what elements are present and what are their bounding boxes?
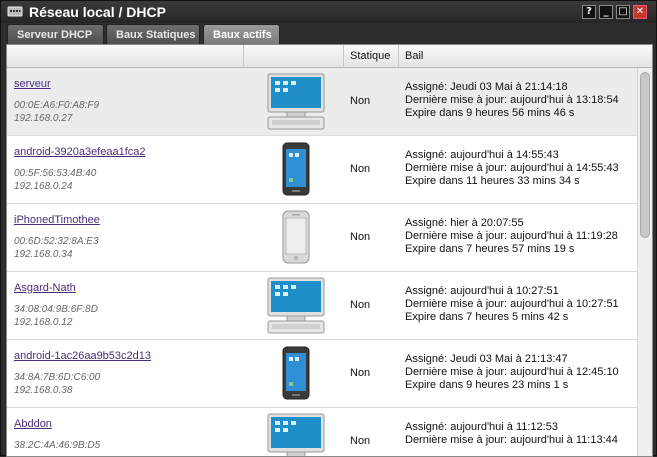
static-value: Non [350, 231, 371, 243]
device-name-link[interactable]: android-1ac26aa9b53c2d13 [14, 350, 151, 362]
lease-info: Assigné: aujourd'hui à 11:12:53 Dernière… [405, 421, 618, 447]
lease-info: Assigné: hier à 20:07:55 Dernière mise à… [405, 217, 618, 256]
column-header-lease[interactable]: Bail [399, 45, 652, 68]
lease-assigned: Assigné: aujourd'hui à 11:12:53 [405, 421, 558, 433]
table-row[interactable]: iPhonedTimothee 00:6D:52:32:8A:E3 192.16… [7, 204, 637, 272]
dhcp-window: Réseau local / DHCP ? _ □ ✕ Serveur DHCP… [0, 0, 657, 457]
minimize-button[interactable]: _ [599, 5, 613, 19]
device-name-link[interactable]: Asgard-Nath [14, 282, 76, 294]
window-title: Réseau local / DHCP [29, 4, 166, 20]
iphone-icon [282, 210, 310, 264]
lease-info: Assigné: aujourd'hui à 10:27:51 Dernière… [405, 285, 619, 324]
vertical-scrollbar[interactable] [637, 68, 652, 456]
device-ip: 192.168.0.24 [14, 181, 73, 192]
device-ip: 192.168.0.27 [14, 113, 73, 124]
lease-updated: Dernière mise à jour: aujourd'hui à 11:1… [405, 230, 618, 242]
column-header-device[interactable] [7, 45, 244, 68]
lease-assigned: Assigné: hier à 20:07:55 [405, 217, 524, 229]
device-name-link[interactable]: iPhonedTimothee [14, 214, 100, 226]
column-header-static[interactable]: Statique [344, 45, 399, 68]
desktop-computer-icon [267, 73, 325, 130]
android-phone-icon [282, 142, 310, 196]
lease-info: Assigné: aujourd'hui à 14:55:43 Dernière… [405, 149, 619, 188]
tab-baux-statiques[interactable]: Baux Statiques [106, 24, 200, 44]
device-name-link[interactable]: serveur [14, 78, 51, 90]
device-mac: 34:08:04:9B:6F:8D [14, 304, 98, 315]
active-leases-panel: Statique Bail serveur 00:0E:A6:F0:A8:F9 … [6, 44, 653, 457]
lease-info: Assigné: Jeudi 03 Mai à 21:13:47 Dernièr… [405, 353, 619, 392]
static-value: Non [350, 435, 371, 447]
device-name-link[interactable]: android-3920a3efeaa1fca2 [14, 146, 146, 158]
static-value: Non [350, 163, 371, 175]
table-row[interactable]: Asgard-Nath 34:08:04:9B:6F:8D 192.168.0.… [7, 272, 637, 340]
lease-expires: Expire dans 11 heures 33 mins 34 s [405, 175, 580, 187]
lease-updated: Dernière mise à jour: aujourd'hui à 13:1… [405, 94, 619, 106]
tab-baux-actifs[interactable]: Baux actifs [203, 24, 280, 44]
device-name-link[interactable]: Abddon [14, 418, 52, 430]
lease-expires: Expire dans 7 heures 5 mins 42 s [405, 311, 569, 323]
lease-expires: Expire dans 9 heures 56 mins 46 s [405, 107, 575, 119]
lease-updated: Dernière mise à jour: aujourd'hui à 12:4… [405, 366, 619, 378]
maximize-button[interactable]: □ [616, 5, 630, 19]
static-value: Non [350, 95, 371, 107]
lease-updated: Dernière mise à jour: aujourd'hui à 11:1… [405, 434, 618, 446]
android-phone-icon [282, 346, 310, 400]
table-row[interactable]: Abddon 38:2C:4A:46:9B:D5 Non Assigné: au… [7, 408, 637, 456]
help-button[interactable]: ? [582, 5, 596, 19]
device-mac: 38:2C:4A:46:9B:D5 [14, 440, 101, 451]
lease-assigned: Assigné: Jeudi 03 Mai à 21:14:18 [405, 81, 568, 93]
table-row[interactable]: serveur 00:0E:A6:F0:A8:F9 192.168.0.27 N… [7, 68, 637, 136]
lease-updated: Dernière mise à jour: aujourd'hui à 14:5… [405, 162, 619, 174]
network-device-icon [7, 6, 23, 17]
table-row[interactable]: android-1ac26aa9b53c2d13 34:8A:7B:6D:C6:… [7, 340, 637, 408]
close-button[interactable]: ✕ [633, 5, 647, 19]
table-header: Statique Bail [7, 45, 652, 68]
leases-list[interactable]: serveur 00:0E:A6:F0:A8:F9 192.168.0.27 N… [7, 68, 637, 456]
title-bar[interactable]: Réseau local / DHCP ? _ □ ✕ [1, 1, 656, 23]
device-ip: 192.168.0.12 [14, 317, 73, 328]
lease-assigned: Assigné: Jeudi 03 Mai à 21:13:47 [405, 353, 568, 365]
table-row[interactable]: android-3920a3efeaa1fca2 00:5F:56:53:4B:… [7, 136, 637, 204]
device-ip: 192.168.0.34 [14, 249, 73, 260]
device-mac: 34:8A:7B:6D:C6:00 [14, 372, 101, 383]
lease-updated: Dernière mise à jour: aujourd'hui à 10:2… [405, 298, 619, 310]
static-value: Non [350, 367, 371, 379]
lease-assigned: Assigné: aujourd'hui à 14:55:43 [405, 149, 559, 161]
device-ip: 192.168.0.38 [14, 385, 73, 396]
scrollbar-thumb[interactable] [640, 72, 650, 238]
static-value: Non [350, 299, 371, 311]
lease-expires: Expire dans 7 heures 57 mins 19 s [405, 243, 575, 255]
desktop-computer-icon [267, 277, 325, 334]
device-mac: 00:6D:52:32:8A:E3 [14, 236, 99, 247]
lease-expires: Expire dans 9 heures 23 mins 1 s [405, 379, 569, 391]
device-mac: 00:5F:56:53:4B:40 [14, 168, 97, 179]
column-header-icon[interactable] [244, 45, 344, 68]
tab-serveur-dhcp[interactable]: Serveur DHCP [7, 24, 104, 44]
lease-assigned: Assigné: aujourd'hui à 10:27:51 [405, 285, 559, 297]
lease-info: Assigné: Jeudi 03 Mai à 21:14:18 Dernièr… [405, 81, 619, 120]
device-mac: 00:0E:A6:F0:A8:F9 [14, 100, 100, 111]
desktop-computer-icon [267, 413, 325, 456]
